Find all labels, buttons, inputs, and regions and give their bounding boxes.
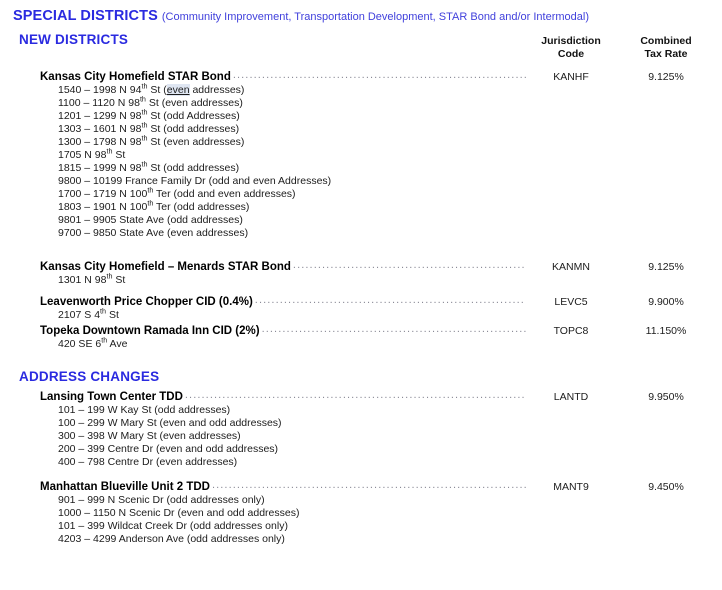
dotted-leader: ........................................… <box>261 325 526 334</box>
jurisdiction-code: KANHF <box>553 71 589 83</box>
address-line: 1201 – 1299 N 98th St (odd Addresses) <box>58 107 240 122</box>
column-header-rate-line2: Tax Rate <box>644 47 688 60</box>
address-line: 9801 – 9905 State Ave (odd addresses) <box>58 214 243 226</box>
address-line: 200 – 399 Centre Dr (even and odd addres… <box>58 443 279 455</box>
district-name: Leavenworth Price Chopper CID (0.4%) <box>40 296 253 308</box>
district-name-wrap: Manhattan Blueville Unit 2 TDD..........… <box>40 481 526 495</box>
jurisdiction-code: MANT9 <box>553 481 589 493</box>
district-row: Leavenworth Price Chopper CID (0.4%)....… <box>40 296 708 310</box>
combined-tax-rate: 9.450% <box>648 481 684 493</box>
document-title-subtitle: (Community Improvement, Transportation D… <box>161 11 589 23</box>
district-row: Manhattan Blueville Unit 2 TDD..........… <box>40 481 708 495</box>
address-line: 1700 – 1719 N 100th Ter (odd and even ad… <box>58 185 296 200</box>
combined-tax-rate: 11.150% <box>645 325 687 337</box>
column-header-jurisdiction-code: Jurisdiction Code <box>534 35 608 60</box>
section-heading-new-districts: NEW DISTRICTS <box>19 32 129 47</box>
column-header-jurisdiction-line1: Jurisdiction <box>541 35 601 47</box>
district-name-wrap: Lansing Town Center TDD.................… <box>40 391 526 405</box>
jurisdiction-code: LANTD <box>553 391 589 403</box>
address-line: 1000 – 1150 N Scenic Dr (even and odd ad… <box>58 507 300 519</box>
address-line: 101 – 399 Wildcat Creek Dr (odd addresse… <box>58 520 288 532</box>
district-name-wrap: Topeka Downtown Ramada Inn CID (2%).....… <box>40 325 526 339</box>
district-name: Kansas City Homefield STAR Bond <box>40 71 231 83</box>
address-line: 420 SE 6th Ave <box>58 335 128 350</box>
address-line: 1705 N 98th St <box>58 146 126 161</box>
address-line: 1540 – 1998 N 94th St (even addresses) <box>58 81 245 96</box>
district-name: Manhattan Blueville Unit 2 TDD <box>40 481 210 493</box>
address-line: 1301 N 98th St <box>58 271 126 286</box>
combined-tax-rate: 9.900% <box>648 296 684 308</box>
dotted-leader: ........................................… <box>184 391 526 400</box>
dotted-leader: ........................................… <box>211 481 526 490</box>
jurisdiction-code: KANMN <box>552 261 590 273</box>
address-line: 9800 – 10199 France Family Dr (odd and e… <box>58 175 332 187</box>
district-row: Kansas City Homefield – Menards STAR Bon… <box>40 261 708 275</box>
combined-tax-rate: 9.125% <box>648 71 684 83</box>
dotted-leader: ........................................… <box>232 71 526 80</box>
district-name: Kansas City Homefield – Menards STAR Bon… <box>40 261 291 273</box>
column-header-rate-line1: Combined <box>640 35 692 47</box>
address-line: 101 – 199 W Kay St (odd addresses) <box>58 404 231 416</box>
dotted-leader: ........................................… <box>292 261 526 270</box>
district-name: Lansing Town Center TDD <box>40 391 183 403</box>
address-line: 1303 – 1601 N 98th St (odd addresses) <box>58 120 240 135</box>
district-row: Lansing Town Center TDD.................… <box>40 391 708 405</box>
address-line: 1803 – 1901 N 100th Ter (odd addresses) <box>58 198 250 213</box>
address-line: 4203 – 4299 Anderson Ave (odd addresses … <box>58 533 285 545</box>
address-line: 300 – 398 W Mary St (even addresses) <box>58 430 241 442</box>
address-line: 1300 – 1798 N 98th St (even addresses) <box>58 133 245 148</box>
district-name-wrap: Leavenworth Price Chopper CID (0.4%)....… <box>40 296 526 310</box>
address-line: 100 – 299 W Mary St (even and odd addres… <box>58 417 282 429</box>
column-header-combined-tax-rate: Combined Tax Rate <box>628 35 704 60</box>
combined-tax-rate: 9.125% <box>648 261 684 273</box>
document-page: SPECIAL DISTRICTS (Community Improvement,… <box>0 0 722 590</box>
district-row: Topeka Downtown Ramada Inn CID (2%).....… <box>40 325 708 339</box>
address-line: 2107 S 4th St <box>58 306 119 321</box>
address-line: 400 – 798 Centre Dr (even addresses) <box>58 456 238 468</box>
address-line: 1815 – 1999 N 98th St (odd addresses) <box>58 159 240 174</box>
district-row: Kansas City Homefield STAR Bond.........… <box>40 71 708 85</box>
district-name: Topeka Downtown Ramada Inn CID (2%) <box>40 325 260 337</box>
document-title-main: SPECIAL DISTRICTS <box>13 8 158 24</box>
district-name-wrap: Kansas City Homefield – Menards STAR Bon… <box>40 261 526 275</box>
address-line: 901 – 999 N Scenic Dr (odd addresses onl… <box>58 494 265 506</box>
document-title: SPECIAL DISTRICTS (Community Improvement,… <box>13 7 589 25</box>
column-header-jurisdiction-line2: Code <box>557 47 585 60</box>
dotted-leader: ........................................… <box>254 296 526 305</box>
jurisdiction-code: TOPC8 <box>553 325 589 337</box>
section-heading-address-changes: ADDRESS CHANGES <box>19 369 160 384</box>
address-line: 1100 – 1120 N 98th St (even addresses) <box>58 94 243 109</box>
address-line: 9700 – 9850 State Ave (even addresses) <box>58 227 249 239</box>
district-name-wrap: Kansas City Homefield STAR Bond.........… <box>40 71 526 85</box>
jurisdiction-code: LEVC5 <box>554 296 588 308</box>
combined-tax-rate: 9.950% <box>648 391 684 403</box>
